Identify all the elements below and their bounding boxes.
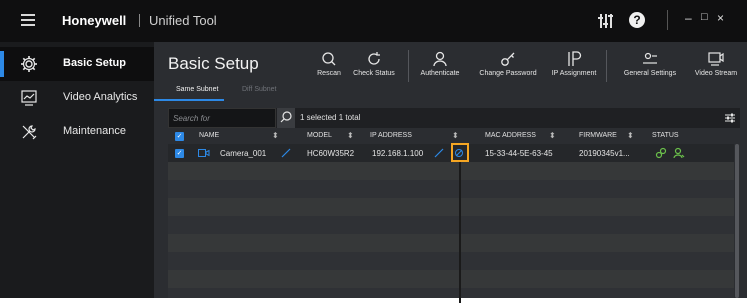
user-icon (433, 51, 447, 67)
refresh-icon (368, 52, 380, 65)
check-status-button[interactable]: Check Status (349, 50, 399, 77)
active-tab-indicator (154, 99, 224, 101)
equalizer-icon[interactable] (598, 12, 614, 30)
table-scrollbar[interactable] (735, 144, 739, 298)
rescan-button[interactable]: Rescan (309, 50, 349, 77)
sidebar-item-basic-setup[interactable]: Basic Setup (0, 47, 154, 81)
device-mac: 15-33-44-5E-63-45 (485, 149, 553, 158)
annotation-callout-line (459, 162, 461, 303)
maximize-button[interactable]: □ (701, 11, 708, 23)
empty-row (168, 270, 734, 288)
search-box (168, 108, 276, 128)
empty-row (168, 198, 734, 216)
empty-row (168, 216, 734, 234)
device-ip: 192.168.1.100 (372, 149, 424, 158)
check-status-label: Check Status (353, 70, 395, 77)
change-password-label: Change Password (479, 70, 537, 77)
title-bar: Honeywell Unified Tool ? – □ × (0, 0, 747, 42)
app-name: Unified Tool (149, 13, 217, 28)
ip-assignment-label: IP Assignment (551, 70, 597, 77)
key-icon (501, 52, 515, 66)
sidebar-item-label: Basic Setup (63, 57, 126, 69)
column-header-mac[interactable]: MAC ADDRESS (485, 132, 536, 139)
table-header: ✓ NAME ⬍ MODEL ⬍ IP ADDRESS ⬍ MAC ADDRES… (168, 128, 734, 144)
column-header-name[interactable]: NAME (199, 132, 219, 139)
tab-diff-subnet[interactable]: Diff Subnet (242, 86, 277, 93)
filter-bar: 1 selected 1 total (168, 108, 740, 128)
video-stream-button[interactable]: Video Stream (688, 50, 744, 77)
toolbar-divider (408, 50, 409, 82)
rescan-label: Rescan (317, 70, 341, 77)
general-settings-label: General Settings (623, 70, 677, 77)
sidebar-item-video-analytics[interactable]: Video Analytics (0, 81, 154, 115)
active-indicator (0, 51, 4, 77)
close-button[interactable]: × (717, 11, 724, 25)
tools-icon (22, 125, 37, 140)
column-header-ip[interactable]: IP ADDRESS (370, 132, 412, 139)
change-password-button[interactable]: Change Password (476, 50, 540, 77)
empty-row (168, 234, 734, 252)
empty-row (168, 288, 734, 298)
sort-icon[interactable]: ⬍ (549, 131, 556, 140)
analytics-icon (21, 90, 37, 106)
toolbar-divider (606, 50, 607, 82)
brand-divider (139, 14, 140, 27)
menu-icon[interactable] (21, 14, 35, 26)
device-firmware: 20190345v1... (579, 149, 630, 158)
sort-icon[interactable]: ⬍ (627, 131, 634, 140)
gear-icon (21, 56, 37, 72)
device-model: HC60W35R2 (307, 149, 355, 158)
column-header-firmware[interactable]: FIRMWARE (579, 132, 617, 139)
search-button[interactable] (277, 108, 295, 128)
column-header-status[interactable]: STATUS (652, 132, 679, 139)
search-icon (322, 52, 336, 66)
edit-ip-icon[interactable] (434, 148, 444, 158)
minimize-button[interactable]: – (685, 11, 692, 25)
filter-settings-icon[interactable] (724, 112, 736, 124)
general-settings-button[interactable]: General Settings (620, 50, 680, 77)
authenticate-label: Authenticate (420, 70, 460, 77)
empty-row (168, 252, 734, 270)
sort-icon[interactable]: ⬍ (347, 131, 354, 140)
sort-icon[interactable]: ⬍ (452, 131, 459, 140)
sidebar: Basic Setup Video Analytics Maintenance (0, 42, 154, 298)
video-stream-label: Video Stream (694, 70, 738, 77)
help-icon[interactable]: ? (629, 12, 645, 28)
sidebar-item-label: Video Analytics (63, 91, 138, 103)
settings-icon (643, 52, 657, 64)
search-input[interactable] (173, 111, 253, 125)
sort-icon[interactable]: ⬍ (272, 131, 279, 140)
search-icon (280, 111, 292, 123)
authenticate-button[interactable]: Authenticate (414, 50, 466, 77)
status-link-icon (655, 147, 667, 159)
brand-logo: Honeywell (62, 13, 127, 28)
ip-assignment-button[interactable]: IP Assignment (546, 50, 602, 77)
tab-same-subnet[interactable]: Same Subnet (176, 86, 218, 93)
selection-count: 1 selected 1 total (300, 113, 361, 122)
annotation-highlight-box (451, 143, 469, 162)
row-checkbox[interactable]: ✓ (175, 149, 184, 158)
sidebar-item-label: Maintenance (63, 125, 126, 137)
status-user-icon (673, 147, 685, 159)
app-window: Honeywell Unified Tool ? – □ × Basic Set… (0, 0, 747, 298)
titlebar-divider (667, 10, 668, 30)
video-stream-icon (708, 52, 724, 66)
device-name: Camera_001 (220, 149, 267, 158)
empty-row (168, 162, 734, 180)
ip-icon (568, 51, 582, 66)
camera-icon (198, 149, 210, 157)
sidebar-item-maintenance[interactable]: Maintenance (0, 115, 154, 149)
select-all-checkbox[interactable]: ✓ (175, 132, 184, 141)
page-title: Basic Setup (168, 54, 259, 73)
edit-name-icon[interactable] (281, 148, 291, 158)
column-header-model[interactable]: MODEL (307, 132, 332, 139)
empty-row (168, 180, 734, 198)
